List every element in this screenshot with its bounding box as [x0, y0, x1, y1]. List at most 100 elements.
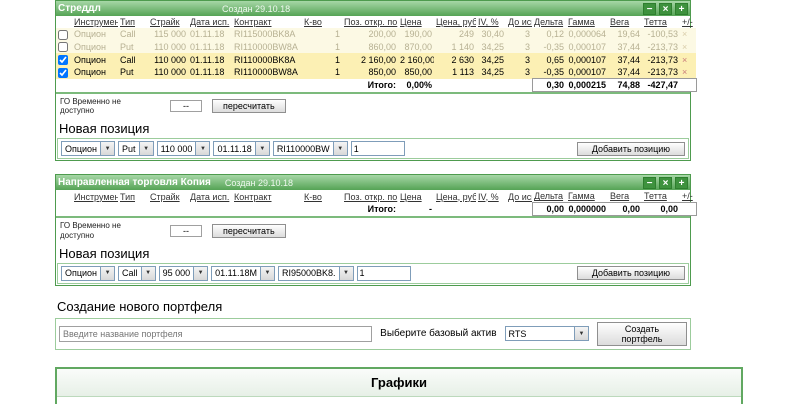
- portfolio-panel-straddle: Стреддл Создан 29.10.18 − × + Инструмен т…: [55, 0, 697, 162]
- base-asset-select[interactable]: RTS ▼: [504, 326, 589, 342]
- row-checkbox[interactable]: [58, 29, 68, 40]
- strike-select[interactable]: 110 000 ▼: [156, 141, 211, 157]
- quantity-input[interactable]: [356, 265, 411, 281]
- col-header-price[interactable]: Цена: [398, 16, 434, 28]
- cell-exp-date: 01.11.18: [190, 41, 225, 52]
- panel-created-date: Создан 29.10.18: [222, 3, 291, 14]
- table-row: Опцион Call 110 000 01.11.18 RI110000BK8…: [56, 53, 696, 66]
- cell-days: 3: [524, 29, 530, 40]
- totals-price: 0,00%: [398, 78, 434, 92]
- minimize-icon[interactable]: −: [643, 2, 656, 15]
- exp-date-select[interactable]: 01.11.18 ▼: [213, 141, 270, 157]
- col-header-gamma[interactable]: Гамма: [566, 16, 608, 28]
- quantity-input[interactable]: [350, 141, 405, 157]
- col-header-theta[interactable]: Тетта: [642, 190, 680, 203]
- cell-iv: 34,25: [481, 41, 504, 52]
- chevron-down-icon: ▼: [100, 142, 115, 156]
- cell-vega: 37,44: [617, 54, 640, 65]
- cell-iv: 34,25: [481, 67, 504, 78]
- cell-gamma: 0,000107: [568, 66, 606, 77]
- cell-contract: RI115000BK8A: [234, 29, 296, 40]
- delete-row-icon[interactable]: ×: [682, 67, 687, 77]
- close-icon[interactable]: ×: [659, 176, 672, 189]
- col-header-gamma[interactable]: Гамма: [566, 190, 608, 203]
- cell-strike: 110 000: [154, 54, 186, 65]
- col-header-theta[interactable]: Тетта: [642, 16, 680, 28]
- col-header-type[interactable]: Тип: [118, 190, 148, 203]
- portfolio-panel-directional: Направленная торговля Копия Создан 29.10…: [55, 174, 697, 286]
- exp-date-select[interactable]: 01.11.18M ▼: [211, 265, 275, 281]
- create-portfolio-button[interactable]: Создать портфель: [596, 321, 688, 346]
- cell-theta: -213,73: [647, 41, 678, 52]
- col-header-price-rub[interactable]: Цена, руб.: [434, 16, 476, 28]
- cell-theta: -213,73: [647, 54, 678, 65]
- cell-type: Call: [120, 29, 136, 40]
- row-checkbox[interactable]: [58, 67, 68, 78]
- option-type-select[interactable]: Call ▼: [118, 265, 156, 281]
- col-header-days[interactable]: До исп.: [506, 190, 532, 203]
- strike-select[interactable]: 95 000 ▼: [158, 265, 209, 281]
- col-header-delta[interactable]: Дельта: [532, 16, 566, 28]
- col-header-pos-open[interactable]: Поз. откр. по: [342, 16, 398, 28]
- row-checkbox[interactable]: [58, 42, 68, 53]
- cell-qty: 1: [334, 67, 340, 78]
- margin-value: --: [170, 224, 202, 237]
- panel-created-date: Создан 29.10.18: [224, 177, 293, 188]
- cell-strike: 115 000: [154, 29, 186, 40]
- add-position-button[interactable]: Добавить позицию: [576, 141, 685, 156]
- col-header-vega[interactable]: Вега: [608, 16, 642, 28]
- recalculate-button[interactable]: пересчитать: [212, 99, 286, 114]
- totals-delta: 0,30: [531, 78, 566, 92]
- contract-select[interactable]: RI95000BK8. ▼: [277, 265, 354, 281]
- new-position-row: Опцион ▼ Put ▼ 110 000 ▼ 01.11.18 ▼ RI11…: [57, 138, 689, 160]
- cell-contract: RI110000BW8A: [234, 41, 298, 52]
- instrument-select[interactable]: Опцион ▼: [61, 265, 116, 281]
- portfolio-name-input[interactable]: [59, 325, 373, 342]
- col-header-instrument[interactable]: Инструмент: [72, 16, 118, 28]
- recalculate-button[interactable]: пересчитать: [212, 223, 286, 238]
- col-header-pos-open[interactable]: Поз. откр. по: [342, 190, 398, 203]
- cell-type: Put: [120, 67, 134, 78]
- col-header-contract[interactable]: Контракт: [232, 190, 302, 203]
- col-header-strike[interactable]: Страйк: [148, 190, 188, 203]
- col-header-instrument[interactable]: Инструмент: [72, 190, 118, 203]
- delete-row-icon[interactable]: ×: [682, 29, 687, 39]
- close-icon[interactable]: ×: [659, 2, 672, 15]
- add-icon[interactable]: +: [675, 176, 688, 189]
- col-header-strike[interactable]: Страйк: [148, 16, 188, 28]
- cell-vega: 19,64: [617, 29, 640, 40]
- cell-type: Put: [120, 41, 134, 52]
- cell-price-rub: 2 630: [451, 54, 474, 65]
- contract-select[interactable]: RI110000BW ▼: [272, 141, 348, 157]
- chevron-down-icon: ▼: [140, 266, 155, 280]
- col-header-qty[interactable]: К-во: [302, 16, 342, 28]
- add-icon[interactable]: +: [675, 2, 688, 15]
- col-header-iv[interactable]: IV, %: [476, 190, 506, 203]
- margin-row: ГО Временно не доступно -- пересчитать: [56, 216, 690, 242]
- col-header-vega[interactable]: Вега: [608, 190, 642, 203]
- instrument-select[interactable]: Опцион ▼: [61, 141, 116, 157]
- col-header-delta[interactable]: Дельта: [532, 190, 566, 203]
- minimize-icon[interactable]: −: [643, 176, 656, 189]
- chevron-down-icon: ▼: [332, 142, 347, 156]
- cell-pos-open: 850,00: [368, 67, 396, 78]
- col-header-iv[interactable]: IV, %: [476, 16, 506, 28]
- col-header-price[interactable]: Цена: [398, 190, 434, 203]
- col-header-type[interactable]: Тип: [118, 16, 148, 28]
- col-header-exp-date[interactable]: Дата исп.: [188, 16, 232, 28]
- margin-value: --: [170, 100, 202, 113]
- col-header-contract[interactable]: Контракт: [232, 16, 302, 28]
- positions-table: Инструмент Тип Страйк Дата исп. Контракт…: [56, 16, 697, 92]
- option-type-select[interactable]: Put ▼: [118, 141, 154, 157]
- col-header-qty[interactable]: К-во: [302, 190, 342, 203]
- add-position-button[interactable]: Добавить позицию: [576, 266, 685, 281]
- cell-vega: 37,44: [617, 41, 640, 52]
- col-header-days[interactable]: До исп.: [506, 16, 532, 28]
- delete-row-icon[interactable]: ×: [682, 55, 687, 65]
- delete-row-icon[interactable]: ×: [682, 42, 687, 52]
- col-header-exp-date[interactable]: Дата исп.: [188, 190, 232, 203]
- panel-header: Стреддл Создан 29.10.18 − × +: [56, 1, 690, 16]
- panel-title: Стреддл: [58, 3, 101, 14]
- col-header-price-rub[interactable]: Цена, руб.: [434, 190, 476, 203]
- row-checkbox[interactable]: [58, 54, 68, 65]
